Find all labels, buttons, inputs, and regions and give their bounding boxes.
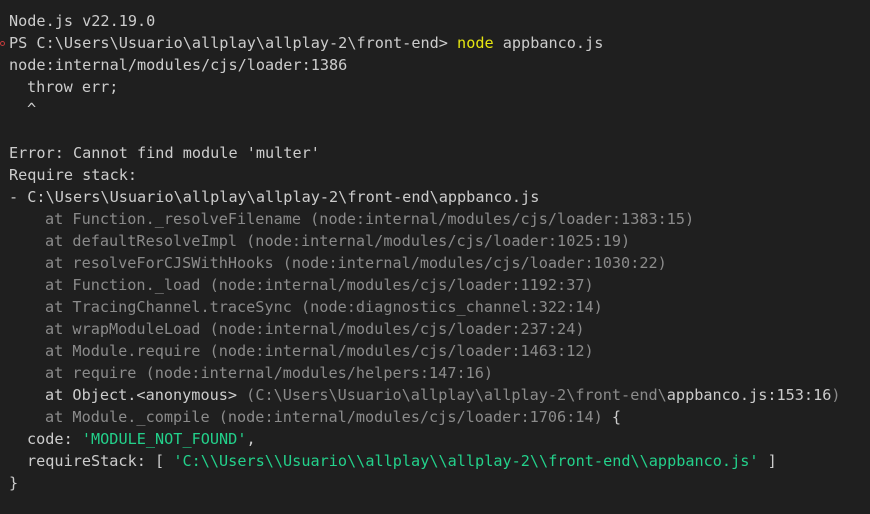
require-stack-label: Require stack: bbox=[9, 166, 138, 184]
stack-frame: at wrapModuleLoad (node:internal/modules… bbox=[45, 320, 585, 338]
command-prompt-line: PS C:\Users\Usuario\allplay\allplay-2\fr… bbox=[0, 32, 870, 54]
anon-frame-prefix: at Object.<anonymous> bbox=[45, 386, 247, 404]
stack-frame-compile: at Module._compile (node:internal/module… bbox=[9, 406, 870, 428]
anon-frame-path: (C:\Users\Usuario\allplay\allplay-2\fron… bbox=[246, 386, 667, 404]
stack-frame-anonymous: at Object.<anonymous> (C:\Users\Usuario\… bbox=[9, 384, 870, 406]
code-comma: , bbox=[246, 430, 256, 448]
code-key: code: bbox=[27, 430, 82, 448]
node-version-line: Node.js v22.19.0 bbox=[9, 12, 156, 30]
require-stack-entry: - C:\Users\Usuario\allplay\allplay-2\fro… bbox=[9, 188, 540, 206]
stack-frame: at Module.require (node:internal/modules… bbox=[45, 342, 594, 360]
prompt-path: PS C:\Users\Usuario\allplay\allplay-2\fr… bbox=[9, 34, 458, 52]
require-stack-close: ] bbox=[758, 452, 777, 470]
anon-frame-file-link[interactable]: appbanco.js:153:16 bbox=[667, 386, 832, 404]
anon-frame-suffix: ) bbox=[831, 386, 841, 404]
throw-line: throw err; bbox=[27, 78, 119, 96]
caret-line: ^ bbox=[27, 100, 37, 118]
stack-frame: at require (node:internal/modules/helper… bbox=[45, 364, 494, 382]
code-value: 'MODULE_NOT_FOUND' bbox=[81, 430, 247, 448]
command-status-marker-icon bbox=[0, 41, 5, 46]
error-message: Error: Cannot find module 'multer' bbox=[9, 144, 320, 162]
compile-frame-text: at Module._compile (node:internal/module… bbox=[45, 408, 603, 426]
error-code-line: code: 'MODULE_NOT_FOUND', bbox=[9, 428, 870, 450]
terminal-output[interactable]: Node.js v22.19.0 PS C:\Users\Usuario\all… bbox=[0, 0, 870, 514]
compile-frame-brace: { bbox=[602, 408, 622, 426]
stack-frame: at Function._load (node:internal/modules… bbox=[45, 276, 594, 294]
stack-frame: at TracingChannel.traceSync (node:diagno… bbox=[45, 298, 603, 316]
stack-frame: at defaultResolveImpl (node:internal/mod… bbox=[45, 232, 631, 250]
prompt-argument: appbanco.js bbox=[493, 34, 604, 52]
loader-line: node:internal/modules/cjs/loader:1386 bbox=[9, 56, 348, 74]
prompt-command: node bbox=[457, 34, 494, 52]
require-stack-value: 'C:\\Users\\Usuario\\allplay\\allplay-2\… bbox=[173, 452, 759, 470]
require-stack-array-line: requireStack: [ 'C:\\Users\\Usuario\\all… bbox=[9, 450, 870, 472]
require-stack-key: requireStack: [ bbox=[27, 452, 174, 470]
stack-frame: at Function._resolveFilename (node:inter… bbox=[45, 210, 695, 228]
closing-brace: } bbox=[9, 474, 19, 492]
stack-frame: at resolveForCJSWithHooks (node:internal… bbox=[45, 254, 667, 272]
